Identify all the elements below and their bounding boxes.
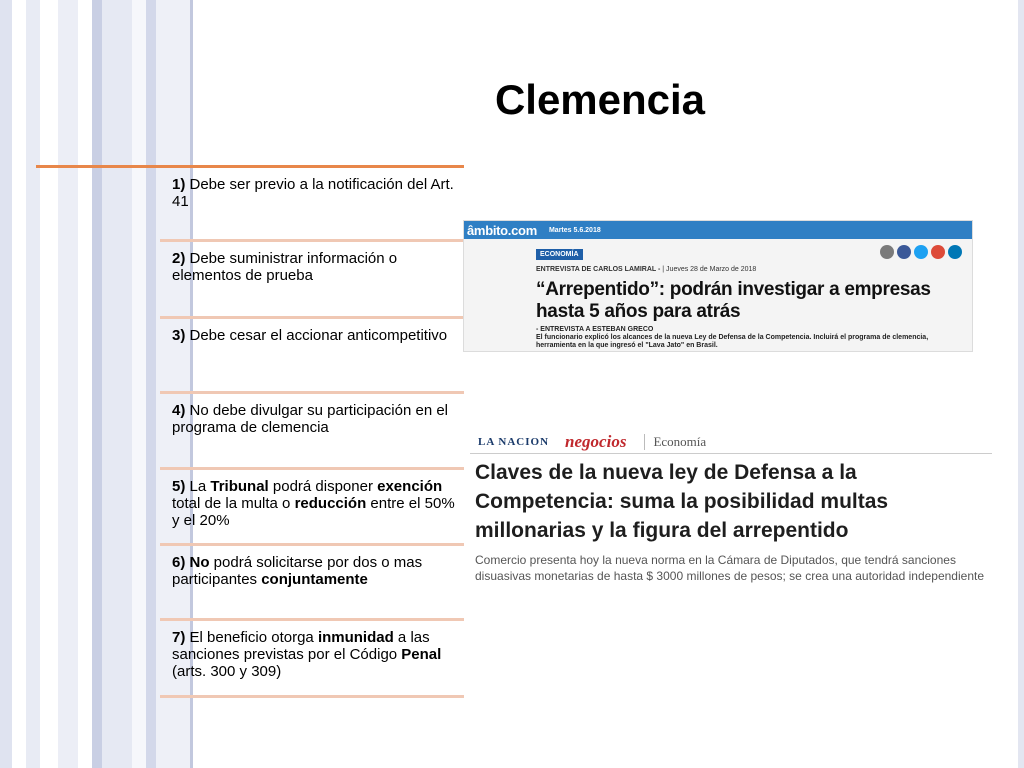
requirement-emphasis: inmunidad — [317, 629, 394, 646]
lanacion-section: negocios — [565, 431, 627, 451]
facebook-icon[interactable] — [897, 245, 911, 259]
decor-stripe — [58, 0, 78, 768]
requirement-item: 4) No debe divulgar su participación en … — [160, 394, 464, 470]
requirements-list: 1) Debe ser previo a la notificación del… — [160, 168, 464, 698]
requirement-fragment: podrá disponer — [268, 478, 378, 495]
requirement-emphasis: No — [189, 554, 210, 571]
lanacion-subsection: Economía — [644, 433, 706, 450]
ambito-subheadline: - ENTREVISTA A ESTEBAN GRECO El funciona… — [536, 326, 968, 350]
ambito-logo: âmbito.com — [467, 222, 537, 238]
requirement-fragment: Debe suministrar información o elementos… — [172, 250, 398, 284]
requirement-fragment: Debe cesar el accionar anticompetitivo — [185, 327, 448, 344]
decor-stripe — [12, 0, 26, 768]
requirement-text: 6) No podrá solicitarse por dos o mas pa… — [172, 554, 458, 588]
decor-stripe — [146, 0, 156, 768]
social-share-icons — [880, 245, 962, 259]
slide-title: Clemencia — [494, 76, 706, 123]
requirement-number: 3) — [172, 327, 186, 344]
requirement-emphasis: Penal — [401, 646, 442, 663]
lanacion-logo: LA NACION — [478, 435, 550, 448]
requirement-number: 4) — [172, 402, 186, 419]
linkedin-icon[interactable] — [948, 245, 962, 259]
requirement-number: 2) — [172, 250, 186, 267]
requirement-number: 5) — [172, 478, 186, 495]
twitter-icon[interactable] — [914, 245, 928, 259]
ambito-section-tag: ECONOMÍA — [536, 249, 583, 260]
lanacion-subheadline: Comercio presenta hoy la nueva norma en … — [475, 553, 985, 583]
requirement-text: 3) Debe cesar el accionar anticompetitiv… — [172, 327, 458, 344]
requirement-text: 1) Debe ser previo a la notificación del… — [172, 176, 458, 210]
decor-stripe — [78, 0, 92, 768]
requirement-fragment: Debe ser previo a la notificación del Ar… — [172, 176, 454, 210]
googleplus-icon[interactable] — [931, 245, 945, 259]
requirement-fragment: La — [185, 478, 211, 495]
ambito-byline: ENTREVISTA DE CARLOS LAMIRAL - | Jueves … — [536, 266, 756, 273]
ambito-sub-text: El funcionario explicó los alcances de l… — [536, 334, 929, 349]
decor-stripe — [0, 0, 12, 768]
decor-stripe — [102, 0, 132, 768]
requirement-emphasis: conjuntamente — [261, 571, 368, 588]
requirement-fragment: (arts. 300 y 309) — [172, 663, 282, 680]
requirement-item: 5) La Tribunal podrá disponer exención t… — [160, 470, 464, 546]
requirement-fragment: El beneficio otorga — [185, 629, 318, 646]
ambito-byline-author: ENTREVISTA DE CARLOS LAMIRAL - — [536, 266, 661, 273]
requirement-item: 7) El beneficio otorga inmunidad a las s… — [160, 621, 464, 698]
decor-stripe — [92, 0, 102, 768]
lanacion-header: LA NACION negocios Economía — [470, 430, 992, 454]
requirement-text: 7) El beneficio otorga inmunidad a las s… — [172, 629, 458, 680]
requirement-fragment: total de la multa o — [172, 495, 295, 512]
requirement-emphasis: reducción — [294, 495, 367, 512]
decor-stripe — [26, 0, 40, 768]
requirement-item: 3) Debe cesar el accionar anticompetitiv… — [160, 319, 464, 394]
ambito-news-clipping: âmbito.com Martes 5.6.2018 ECONOMÍA ENTR… — [463, 220, 973, 352]
requirement-number: 1) — [172, 176, 186, 193]
lanacion-headline: Claves de la nueva ley de Defensa a la C… — [475, 461, 889, 542]
requirement-text: 2) Debe suministrar información o elemen… — [172, 250, 458, 284]
item-separator — [160, 695, 464, 698]
requirement-text: 4) No debe divulgar su participación en … — [172, 402, 458, 436]
ambito-topbar: âmbito.com Martes 5.6.2018 — [464, 221, 972, 239]
requirement-emphasis: Tribunal — [210, 478, 269, 495]
requirement-item: 6) No podrá solicitarse por dos o mas pa… — [160, 546, 464, 621]
ambito-date: Martes 5.6.2018 — [548, 226, 601, 234]
requirement-fragment: No debe divulgar su participación en el … — [172, 402, 449, 436]
decor-right-edge — [1018, 0, 1024, 768]
requirement-number: 6) — [172, 554, 186, 571]
requirement-number: 7) — [172, 629, 186, 646]
ambito-sub-author: - ENTREVISTA A ESTEBAN GRECO — [536, 326, 654, 333]
requirement-item: 1) Debe ser previo a la notificación del… — [160, 168, 464, 242]
ambito-headline: “Arrepentido”: podrán investigar a empre… — [536, 279, 931, 322]
requirement-text: 5) La Tribunal podrá disponer exención t… — [172, 478, 458, 529]
email-icon[interactable] — [880, 245, 894, 259]
decor-stripe — [132, 0, 146, 768]
ambito-byline-date: | Jueves 28 de Marzo de 2018 — [662, 266, 757, 273]
lanacion-news-clipping: LA NACION negocios Economía Claves de la… — [470, 430, 992, 605]
requirement-item: 2) Debe suministrar información o elemen… — [160, 242, 464, 319]
decor-stripe — [40, 0, 58, 768]
requirement-emphasis: exención — [377, 478, 443, 495]
